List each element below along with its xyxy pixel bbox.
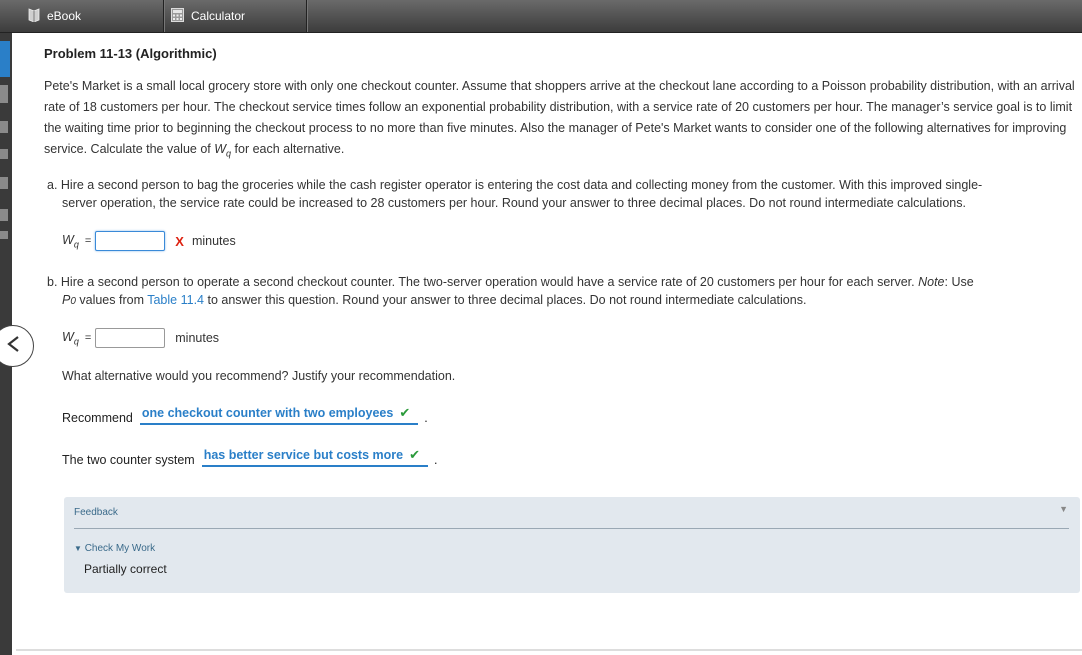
top-toolbar: eBook Calculator: [0, 0, 1082, 33]
problem-intro: Pete's Market is a small local grocery s…: [44, 76, 1078, 165]
calculator-icon: [171, 7, 184, 25]
part-b-line1: b. Hire a second person to operate a sec…: [47, 273, 1081, 291]
strip-active-marker: [0, 41, 10, 77]
recommend-row: Recommend one checkout counter with two …: [62, 405, 428, 425]
toolbar-divider: [163, 0, 164, 32]
part-b-text-a: values from: [75, 293, 148, 307]
note-label: Note: [918, 275, 945, 289]
wq-letter: W: [62, 329, 74, 344]
strip-block: [0, 177, 8, 189]
incorrect-x-icon: X: [175, 233, 184, 249]
wq-subscript: q: [73, 239, 79, 250]
part-b-answer-row: Wq = minutes: [62, 328, 219, 348]
recommend-label: Recommend: [62, 411, 133, 425]
ebook-label: eBook: [47, 9, 82, 23]
strip-block: [0, 85, 8, 103]
correct-check-icon: ✔: [409, 447, 420, 462]
part-a-question: a. Hire a second person to bag the groce…: [47, 176, 1081, 212]
check-my-work-label: Check My Work: [84, 543, 156, 554]
wq-subscript: q: [73, 336, 79, 347]
two-counter-dropdown[interactable]: has better service but costs more ✔: [201, 447, 428, 467]
intro-text: Pete's Market is a small local grocery s…: [44, 79, 1075, 156]
feedback-panel: Feedback ▼ ▼ Check My Work Partially cor…: [64, 497, 1080, 593]
table-11-4-link[interactable]: Table 11.4: [147, 293, 204, 307]
recommendation-question: What alternative would you recommend? Ju…: [62, 369, 456, 383]
strip-block: [0, 149, 8, 159]
part-b-line2: P0 values from Table 11.4 to answer this…: [47, 291, 1081, 311]
two-counter-selected-value: has better service but costs more: [203, 448, 404, 462]
equals-sign: =: [84, 235, 92, 247]
recommend-selected-value: one checkout counter with two employees: [141, 406, 394, 420]
correct-check-icon: ✔: [399, 405, 411, 420]
bottom-divider: [16, 649, 1082, 651]
part-a-line1: a. Hire a second person to bag the groce…: [47, 178, 983, 192]
part-b-text: b. Hire a second person to operate a sec…: [47, 275, 919, 289]
calculator-button[interactable]: Calculator: [171, 0, 305, 32]
ebook-button[interactable]: eBook: [28, 0, 162, 32]
calculator-label: Calculator: [191, 9, 246, 23]
strip-block: [0, 231, 8, 239]
feedback-result: Partially correct: [84, 562, 167, 576]
recommend-dropdown[interactable]: one checkout counter with two employees …: [139, 405, 419, 425]
problem-title: Problem 11-13 (Algorithmic): [44, 46, 217, 61]
feedback-divider: [74, 528, 1069, 529]
wq-letter: W: [214, 142, 227, 156]
part-b-text-end: : Use: [944, 275, 974, 289]
part-a-line2: server operation, the service rate could…: [62, 196, 966, 210]
part-b-unit: minutes: [175, 331, 220, 345]
two-counter-label: The two counter system: [62, 453, 195, 467]
collapse-arrow-icon[interactable]: ▼: [1059, 504, 1068, 514]
part-a-answer-row: Wq = X minutes: [62, 231, 236, 251]
part-a-unit: minutes: [191, 234, 236, 248]
previous-button[interactable]: [0, 325, 34, 367]
strip-block: [0, 209, 8, 221]
part-b-text-b: to answer this question. Round your answ…: [204, 293, 807, 307]
toolbar-divider: [306, 0, 307, 32]
part-b-question: b. Hire a second person to operate a sec…: [47, 273, 1081, 311]
part-b-wq-input[interactable]: [95, 328, 166, 348]
triangle-down-icon: ▼: [74, 544, 82, 553]
wq-label: Wq: [62, 330, 79, 347]
part-a-wq-input[interactable]: [95, 231, 166, 251]
check-my-work-toggle[interactable]: ▼ Check My Work: [74, 543, 155, 554]
wq-symbol: Wq: [214, 142, 231, 159]
wq-label: Wq: [62, 233, 79, 250]
period: .: [424, 411, 428, 425]
p0-symbol: P0: [62, 293, 76, 307]
equals-sign: =: [84, 332, 92, 344]
chevron-left-icon: [5, 335, 21, 358]
book-icon: [28, 7, 40, 25]
intro-end: for each alternative.: [231, 142, 345, 156]
wq-letter: W: [62, 232, 74, 247]
feedback-title[interactable]: Feedback: [74, 507, 118, 518]
period: .: [434, 453, 438, 467]
two-counter-row: The two counter system has better servic…: [62, 447, 437, 467]
strip-block: [0, 121, 8, 133]
